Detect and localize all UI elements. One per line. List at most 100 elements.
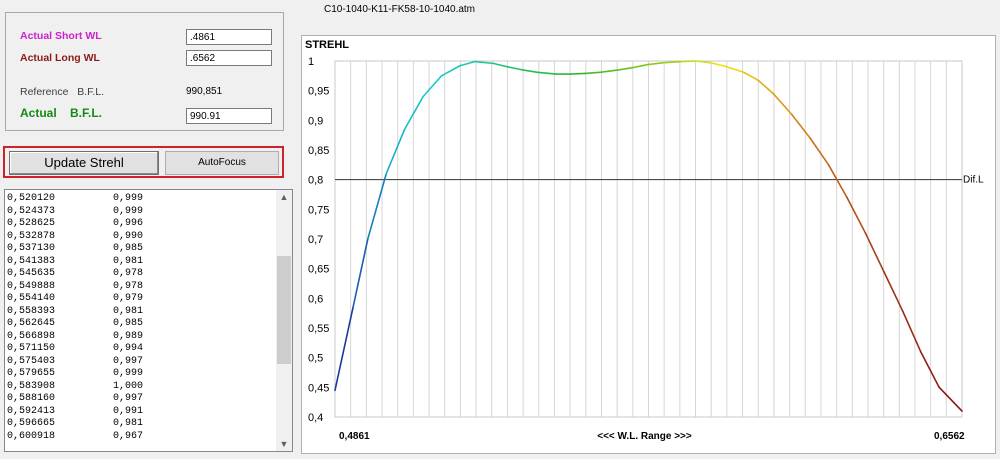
result-strehl: 0,999 (113, 193, 144, 204)
strehl-curve-segment (772, 92, 793, 116)
results-list[interactable]: 0,520120 0,999 0,524373 0,999 0,528625 0,996 0… (4, 189, 293, 452)
strehl-chart-panel: STREHL 1 0,95 0,9 0,85 0,8 0,75 0,7 0,65 0,6 0,55 0… (301, 35, 996, 454)
result-strehl: 0,990 (113, 230, 144, 242)
result-strehl: 1,000 (113, 380, 144, 392)
result-wavelength: 0,528625 (7, 218, 56, 229)
strehl-curve-segment (709, 61, 727, 68)
result-strehl: 0,981 (113, 305, 144, 317)
result-wavelength: 0,583908 (7, 380, 56, 392)
result-row: 0,541383 0,981 (7, 256, 143, 269)
button-highlight-frame: Update Strehl AutoFocus (3, 146, 284, 178)
strehl-curve-segment (680, 60, 697, 63)
y-tick-label: 0,95 (308, 86, 329, 98)
result-wavelength: 0,600918 (7, 430, 56, 442)
results-rows: 0,520120 0,999 0,524373 0,999 0,528625 0,996 0… (7, 193, 143, 443)
y-tick-label: 0,6 (308, 293, 323, 305)
strehl-curve-segment (790, 113, 811, 139)
strehl-curve-segment (584, 71, 601, 75)
long-wl-label: Actual Long WL (20, 52, 100, 64)
result-row: 0,592413 0,991 (7, 406, 143, 419)
short-wl-label: Actual Short WL (20, 30, 102, 42)
diffraction-limit-label: Dif.L (963, 175, 984, 186)
result-wavelength: 0,545635 (7, 268, 56, 279)
result-strehl: 0,978 (113, 280, 144, 292)
strehl-curve-segment (661, 60, 682, 64)
scroll-up-icon[interactable]: ▲ (276, 190, 292, 204)
result-strehl: 0,989 (113, 330, 144, 342)
y-tick-label: 0,9 (308, 115, 323, 127)
y-tick-label: 0,5 (308, 353, 323, 365)
result-wavelength: 0,575403 (7, 355, 56, 367)
result-strehl: 0,994 (113, 343, 144, 354)
strehl-curve-segment (617, 66, 635, 71)
result-row: 0,575403 0,997 (7, 356, 143, 369)
result-row: 0,554140 0,979 (7, 293, 143, 306)
y-tick-label: 0,45 (308, 382, 329, 394)
result-wavelength: 0,524373 (7, 205, 56, 217)
y-tick-label: 0,4 (308, 412, 323, 424)
result-wavelength: 0,537130 (7, 243, 56, 254)
result-wavelength: 0,532878 (7, 230, 56, 242)
scroll-down-icon[interactable]: ▼ (276, 437, 292, 451)
scroll-thumb[interactable] (277, 256, 291, 364)
result-strehl: 0,967 (113, 430, 144, 442)
result-strehl: 0,985 (113, 243, 144, 254)
result-row: 0,528625 0,996 (7, 218, 143, 231)
result-strehl: 0,997 (113, 393, 144, 404)
y-tick-label: 0,8 (308, 175, 323, 187)
result-row: 0,537130 0,985 (7, 243, 143, 256)
short-wl-field[interactable]: .4861 (186, 29, 272, 45)
update-strehl-button[interactable]: Update Strehl (9, 151, 159, 175)
result-row: 0,588160 0,997 (7, 393, 143, 406)
result-strehl: 0,997 (113, 355, 144, 367)
result-wavelength: 0,520120 (7, 193, 56, 204)
y-tick-label: 0,85 (308, 145, 329, 157)
strehl-curve-segment (403, 95, 424, 131)
actual-bfl-label: Actual B.F.L. (20, 106, 103, 120)
results-scrollbar[interactable]: ▲ ▼ (276, 190, 292, 451)
y-tick-label: 0,65 (308, 264, 329, 276)
result-wavelength: 0,554140 (7, 293, 56, 304)
strehl-curve-segment (901, 309, 922, 353)
result-wavelength: 0,549888 (7, 280, 56, 292)
strehl-curve-segment (569, 72, 587, 75)
result-wavelength: 0,562645 (7, 318, 56, 329)
result-row: 0,532878 0,990 (7, 231, 143, 244)
parameter-panel: Actual Short WL .4861 Actual Long WL .65… (5, 12, 284, 131)
strehl-curve-segment (473, 60, 494, 65)
strehl-curve-segment (536, 71, 557, 75)
strehl-curve-segment (632, 63, 649, 69)
strehl-curve-segment (919, 350, 940, 389)
strehl-curve-segment (507, 66, 524, 71)
strehl-curve-segment (492, 62, 509, 68)
result-wavelength: 0,571150 (7, 343, 56, 354)
result-strehl: 0,991 (113, 405, 144, 417)
x-axis-label: <<< W.L. Range >>> (597, 431, 692, 442)
long-wl-field[interactable]: .6562 (186, 50, 272, 66)
strehl-curve-segment (938, 386, 963, 412)
result-row: 0,520120 0,999 (7, 193, 143, 206)
result-row: 0,579655 0,999 (7, 368, 143, 381)
result-strehl: 0,978 (113, 268, 144, 279)
result-row: 0,558393 0,981 (7, 306, 143, 319)
result-wavelength: 0,579655 (7, 368, 56, 379)
strehl-curve-segment (352, 238, 369, 309)
x-max-label: 0,6562 (934, 431, 965, 442)
result-row: 0,549888 0,978 (7, 281, 143, 294)
result-row: 0,566898 0,989 (7, 331, 143, 344)
result-wavelength: 0,541383 (7, 255, 56, 267)
result-wavelength: 0,566898 (7, 330, 56, 342)
strehl-curve-segment (647, 61, 664, 66)
result-row: 0,600918 0,967 (7, 431, 143, 444)
strehl-curve-segment (459, 60, 476, 67)
reference-bfl-label: Reference B.F.L. (20, 86, 105, 98)
x-min-label: 0,4861 (339, 431, 370, 442)
autofocus-button[interactable]: AutoFocus (165, 151, 279, 175)
result-wavelength: 0,596665 (7, 418, 56, 429)
result-strehl: 0,981 (113, 418, 144, 429)
result-wavelength: 0,588160 (7, 393, 56, 404)
result-row: 0,524373 0,999 (7, 206, 143, 219)
strehl-curve-segment (846, 196, 867, 234)
actual-bfl-field[interactable]: 990.91 (186, 108, 272, 124)
result-row: 0,571150 0,994 (7, 343, 143, 356)
